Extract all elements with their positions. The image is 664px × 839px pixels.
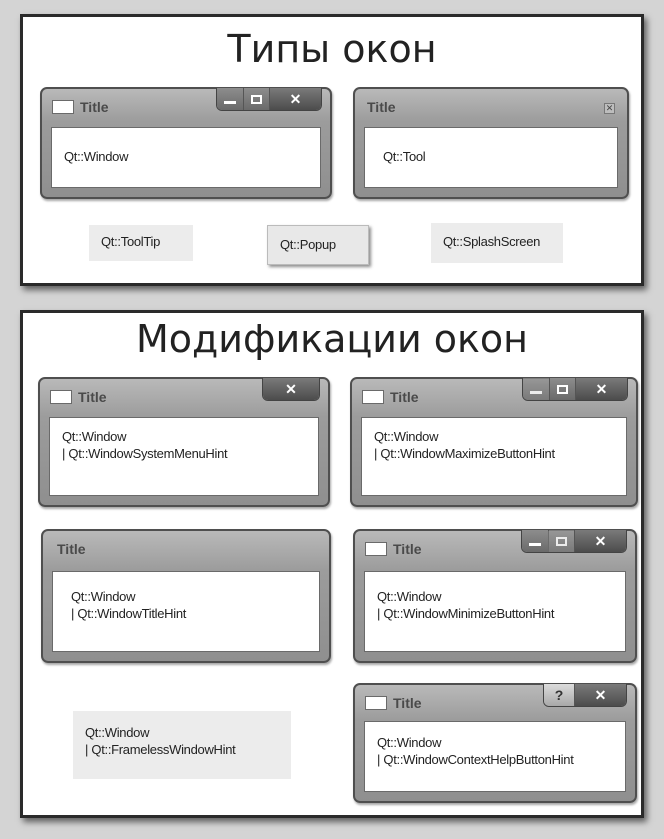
window-types-panel: Типы окон Title ✕ Qt::Window Title ✕ Qt:… <box>20 14 644 286</box>
window-titlebar: Title <box>362 387 419 407</box>
close-icon: ✕ <box>594 532 607 549</box>
window-modifications-title: Модификации окон <box>135 317 529 361</box>
window-types-title: Типы окон <box>227 27 437 71</box>
window-flag-line-2: | Qt::FramelessWindowHint <box>85 742 236 757</box>
window-client-area: Qt::Window <box>51 127 321 188</box>
close-button[interactable]: ✕ <box>604 103 615 114</box>
minimize-icon <box>224 101 236 104</box>
minimize-button[interactable] <box>217 88 243 110</box>
window-controls: ✕ <box>522 378 628 401</box>
window-client-area: Qt::Window | Qt::WindowMaximizeButtonHin… <box>361 417 627 496</box>
app-icon <box>50 390 72 404</box>
close-button[interactable]: ✕ <box>574 530 626 552</box>
window-flag-line-2: | Qt::WindowSystemMenuHint <box>62 446 228 461</box>
maximize-button[interactable] <box>549 378 575 400</box>
close-button[interactable]: ✕ <box>575 378 627 400</box>
window-flag-line-2: | Qt::WindowMaximizeButtonHint <box>374 446 555 461</box>
maximize-icon <box>251 94 262 104</box>
maximize-icon <box>557 384 568 394</box>
close-icon: ✕ <box>595 380 608 397</box>
window-title-text: Title <box>367 99 396 115</box>
splash-screen-example: Qt::SplashScreen <box>431 223 563 263</box>
window-titlebar: Title <box>367 97 396 117</box>
window-title-text: Title <box>78 389 107 405</box>
window-example-minimize-button-hint[interactable]: Title ✕ Qt::Window | Qt::WindowMinimizeB… <box>353 529 637 663</box>
maximize-button[interactable] <box>548 530 574 552</box>
window-titlebar: Title <box>57 539 86 559</box>
window-flag-line-2: | Qt::WindowMinimizeButtonHint <box>377 606 555 621</box>
maximize-button[interactable] <box>243 88 269 110</box>
window-example-qt-window[interactable]: Title ✕ Qt::Window <box>40 87 332 199</box>
window-example-maximize-button-hint[interactable]: Title ✕ Qt::Window | Qt::WindowMaximizeB… <box>350 377 638 507</box>
frameless-window-example: Qt::Window | Qt::FramelessWindowHint <box>73 711 291 779</box>
window-titlebar: Title <box>50 387 107 407</box>
window-flag-line-1: Qt::Window <box>374 429 439 444</box>
splash-screen-label: Qt::SplashScreen <box>443 234 541 249</box>
close-button[interactable]: ✕ <box>263 378 319 400</box>
app-icon <box>365 696 387 710</box>
app-icon <box>365 542 387 556</box>
window-controls: ? ✕ <box>543 684 627 707</box>
window-flag-line-1: Qt::Window <box>71 589 136 604</box>
window-client-area: Qt::Window | Qt::WindowMinimizeButtonHin… <box>364 571 626 652</box>
window-title-text: Title <box>80 99 109 115</box>
window-example-title-hint[interactable]: Title Qt::Window | Qt::WindowTitleHint <box>41 529 331 663</box>
window-flag-line-2: | Qt::WindowTitleHint <box>71 606 187 621</box>
close-icon: ✕ <box>285 380 297 397</box>
window-flag-line-1: Qt::Window <box>377 589 442 604</box>
window-type-label: Qt::Window <box>64 149 129 164</box>
window-client-area: Qt::Window | Qt::WindowSystemMenuHint <box>49 417 319 496</box>
window-example-system-menu-hint[interactable]: Title ✕ Qt::Window | Qt::WindowSystemMen… <box>38 377 330 507</box>
window-titlebar: Title <box>365 539 422 559</box>
close-button[interactable]: ✕ <box>269 88 321 110</box>
close-icon: ✕ <box>594 686 607 703</box>
minimize-icon <box>530 391 542 394</box>
close-icon: ✕ <box>289 90 302 107</box>
maximize-icon <box>556 536 567 546</box>
close-icon: ✕ <box>605 103 614 113</box>
window-modifications-panel: Модификации окон Title ✕ Qt::Window | Qt… <box>20 310 644 818</box>
window-title-text: Title <box>393 541 422 557</box>
tooltip-example: Qt::ToolTip <box>89 225 193 261</box>
window-controls: ✕ <box>262 378 320 401</box>
window-example-qt-tool[interactable]: Title ✕ Qt::Tool <box>353 87 629 199</box>
window-client-area: Qt::Tool <box>364 127 618 188</box>
window-client-area: Qt::Window | Qt::WindowContextHelpButton… <box>364 721 626 792</box>
window-flag-line-1: Qt::Window <box>377 735 442 750</box>
app-icon <box>52 100 74 114</box>
help-button[interactable]: ? <box>544 684 574 706</box>
window-flag-line-1: Qt::Window <box>85 725 150 740</box>
window-flag-line-2: | Qt::WindowContextHelpButtonHint <box>377 752 574 767</box>
app-icon <box>362 390 384 404</box>
help-icon: ? <box>554 687 564 703</box>
window-title-text: Title <box>390 389 419 405</box>
popup-label: Qt::Popup <box>280 237 336 252</box>
window-client-area: Qt::Window | Qt::WindowTitleHint <box>52 571 320 652</box>
window-example-context-help-button-hint[interactable]: Title ? ✕ Qt::Window | Qt::WindowContext… <box>353 683 637 803</box>
window-titlebar: Title <box>52 97 109 117</box>
window-controls: ✕ <box>216 88 322 111</box>
window-controls: ✕ <box>521 530 627 553</box>
tooltip-label: Qt::ToolTip <box>101 234 161 249</box>
popup-example: Qt::Popup <box>267 225 369 265</box>
window-flag-line-1: Qt::Window <box>62 429 127 444</box>
minimize-button[interactable] <box>523 378 549 400</box>
minimize-icon <box>529 543 541 546</box>
window-title-text: Title <box>57 541 86 557</box>
close-button[interactable]: ✕ <box>574 684 626 706</box>
window-titlebar: Title <box>365 693 422 713</box>
window-title-text: Title <box>393 695 422 711</box>
minimize-button[interactable] <box>522 530 548 552</box>
window-type-label: Qt::Tool <box>383 149 426 164</box>
